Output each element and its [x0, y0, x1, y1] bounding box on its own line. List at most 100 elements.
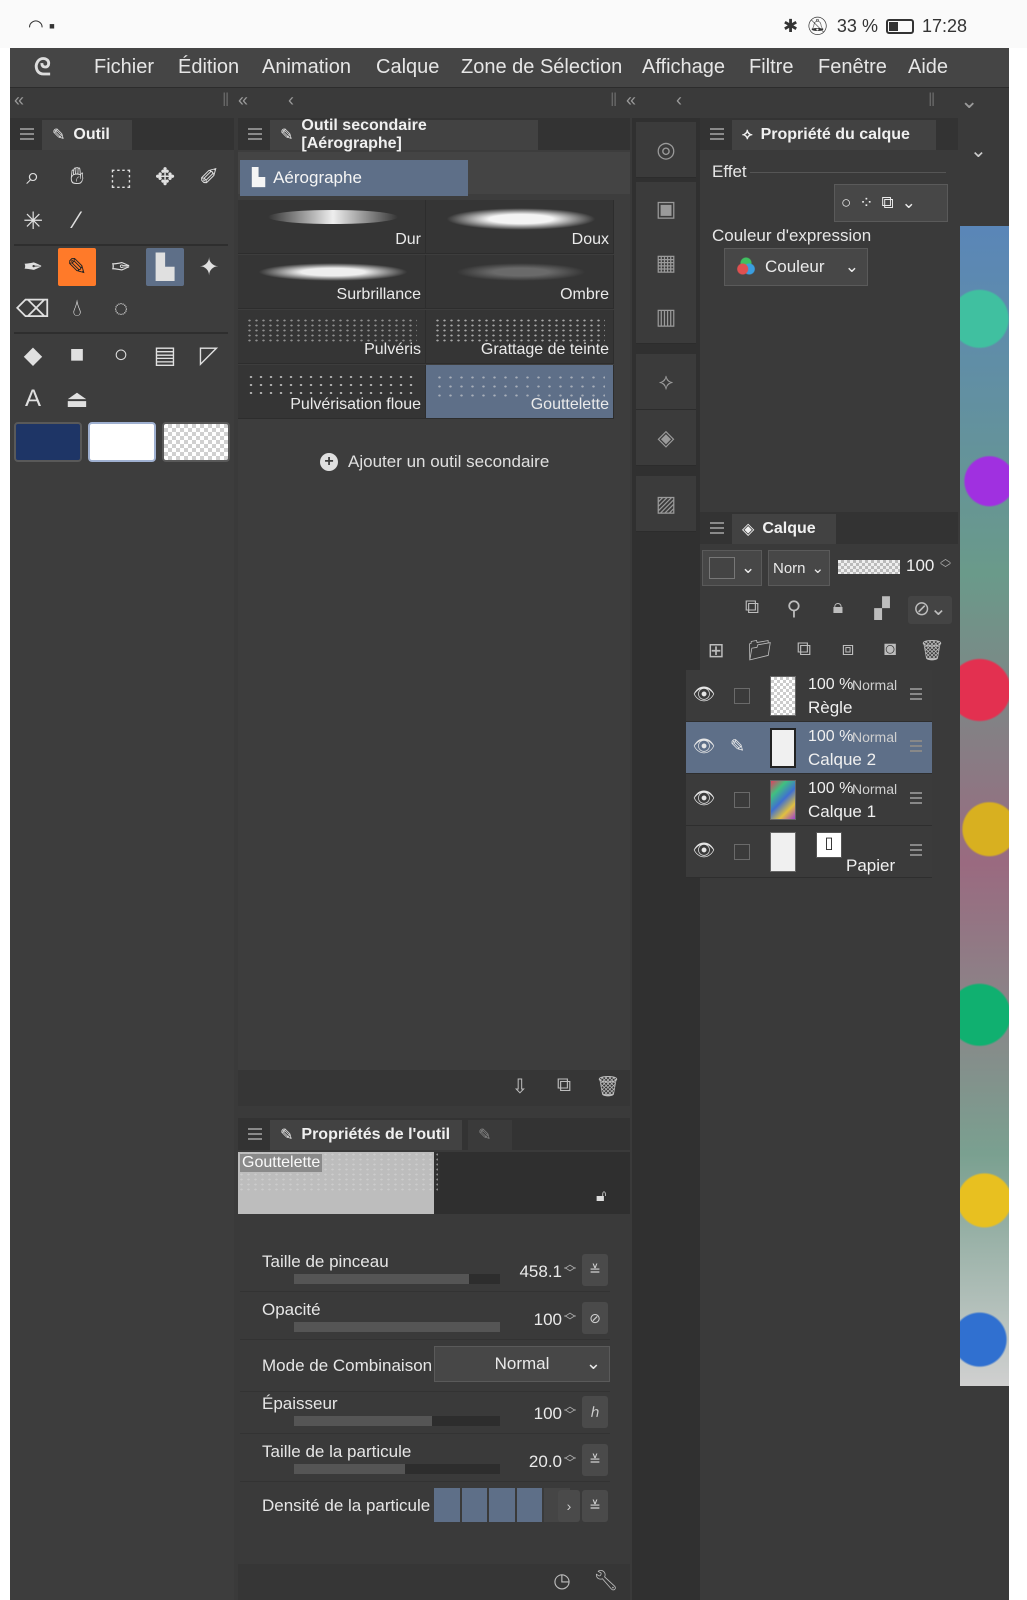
- gradient-tool-icon[interactable]: ■: [58, 336, 96, 374]
- prop-value[interactable]: 100: [534, 1404, 562, 1424]
- tab-layer-property[interactable]: ⟡ Propriété du calque: [732, 120, 936, 150]
- menu-fenetre[interactable]: Fenêtre: [818, 56, 887, 79]
- new-raster-layer-icon[interactable]: ⊞: [702, 638, 730, 666]
- chevron-down-icon[interactable]: ⌄: [970, 138, 987, 163]
- menu-affichage[interactable]: Affichage: [642, 56, 725, 79]
- subtool-group-airbrush[interactable]: ▙ Aérographe: [240, 160, 468, 196]
- brush-surbrillance[interactable]: Surbrillance: [238, 255, 426, 309]
- layer-row[interactable]: 👁︎ 100 % Normal Règle: [686, 670, 932, 722]
- menu-edition[interactable]: Édition: [178, 56, 239, 79]
- layers-icon[interactable]: ◈: [636, 410, 696, 466]
- navigator-icon[interactable]: ◎: [636, 122, 696, 178]
- menu-fichier[interactable]: Fichier: [94, 56, 154, 79]
- auto-select-icon[interactable]: ✳: [14, 202, 52, 240]
- prop-brush-size[interactable]: Taille de pinceau 458.1 ︿ ﹀ ≚: [240, 1248, 610, 1292]
- lock-layer-icon[interactable]: 🔒︎: [824, 596, 852, 624]
- brush-doux[interactable]: Doux: [426, 200, 614, 254]
- layer-checkbox[interactable]: [734, 688, 750, 704]
- layer-row[interactable]: 👁︎ ▯ Papier: [686, 826, 932, 878]
- prop-value[interactable]: 100: [534, 1310, 562, 1330]
- layer-menu-icon[interactable]: [910, 740, 922, 752]
- brush-tool-icon[interactable]: ✑: [102, 248, 140, 286]
- prop-slider[interactable]: [294, 1416, 500, 1426]
- layer-property-icon[interactable]: ⟡: [636, 354, 696, 410]
- chevron-down-icon[interactable]: ⌄: [960, 88, 978, 114]
- density-slider[interactable]: [434, 1488, 570, 1522]
- brush-ombre[interactable]: Ombre: [426, 255, 614, 309]
- density-block[interactable]: [434, 1488, 460, 1522]
- eye-icon[interactable]: 👁︎: [692, 684, 716, 706]
- move-tool-icon[interactable]: ✥: [146, 158, 184, 196]
- airbrush-tool-icon[interactable]: ▙: [146, 248, 184, 286]
- object-tool-icon[interactable]: ⬚: [102, 158, 140, 196]
- blend-mode-dropdown[interactable]: Normal ⌄: [434, 1346, 610, 1382]
- chevron-left-icon[interactable]: ‹: [676, 90, 682, 111]
- selection-pen-icon[interactable]: ✐: [190, 158, 228, 196]
- prop-opacity[interactable]: Opacité 100 ︿ ﹀ ⊘: [240, 1296, 610, 1340]
- brush-dur[interactable]: Dur: [238, 200, 426, 254]
- transfer-down-icon[interactable]: ⧉: [790, 638, 818, 666]
- mask-toggle-icon[interactable]: ⊘⌄: [908, 596, 952, 624]
- panel-menu-icon[interactable]: [710, 128, 724, 140]
- figure-tool-icon[interactable]: ○: [102, 336, 140, 374]
- prop-value[interactable]: 458.1: [519, 1262, 562, 1282]
- prop-slider[interactable]: [294, 1322, 500, 1332]
- lock-transparency-icon[interactable]: ▞: [868, 596, 896, 624]
- trash-icon[interactable]: 🗑︎: [594, 1074, 622, 1102]
- menu-zone-selection[interactable]: Zone de Sélection: [461, 56, 622, 79]
- layer-color-dropdown[interactable]: ⌄: [702, 550, 762, 586]
- transparent-color-swatch[interactable]: [162, 422, 230, 462]
- prop-blend-mode[interactable]: Mode de Combinaison Normal ⌄: [240, 1342, 610, 1392]
- add-subtool-button[interactable]: + Ajouter un outil secondaire: [320, 452, 549, 472]
- spin-arrows-icon[interactable]: ︿ ﹀: [564, 1258, 576, 1279]
- layer-checkbox[interactable]: [734, 844, 750, 860]
- eye-icon[interactable]: 👁︎: [692, 736, 716, 758]
- layer-checkbox[interactable]: [734, 792, 750, 808]
- clip-studio-logo-icon[interactable]: ᘓ: [34, 54, 64, 82]
- layer-blend-dropdown[interactable]: Norn ⌄: [768, 550, 830, 586]
- tab-brush-size[interactable]: ✎: [468, 1120, 512, 1150]
- tab-outil[interactable]: ✎ Outil: [42, 120, 132, 150]
- panel-menu-icon[interactable]: [20, 128, 34, 140]
- panel-menu-icon[interactable]: [248, 1128, 262, 1140]
- prop-slider[interactable]: [294, 1464, 500, 1474]
- lock-icon[interactable]: 🔓︎: [596, 1188, 606, 1206]
- chevron-right-icon[interactable]: ›: [558, 1490, 580, 1522]
- brush-grattage-teinte[interactable]: Grattage de teinte: [426, 310, 614, 364]
- brush-pulverisation-floue[interactable]: Pulvérisation floue: [238, 365, 426, 419]
- ruler-tool-icon[interactable]: ◸: [190, 336, 228, 374]
- layer-row[interactable]: 👁︎ ✎ 100 % Normal Calque 2: [686, 722, 932, 774]
- frame-tool-icon[interactable]: ▤: [146, 336, 184, 374]
- prop-particle-density[interactable]: Densité de la particule › ≚: [240, 1484, 610, 1528]
- collapse-left-icon[interactable]: «: [626, 90, 636, 111]
- pressure-toggle-icon[interactable]: ≚: [582, 1444, 608, 1476]
- canvas-artwork[interactable]: [960, 226, 1009, 1386]
- create-mask-icon[interactable]: ◙: [876, 638, 904, 666]
- fill-tool-icon[interactable]: ◆: [14, 336, 52, 374]
- spin-arrows-icon[interactable]: ︿ ﹀: [564, 1448, 576, 1469]
- prop-thickness[interactable]: Épaisseur 100 ︿ ﹀ ℎ: [240, 1390, 610, 1434]
- collapse-left-icon[interactable]: «: [14, 90, 24, 111]
- hand-tool-icon[interactable]: ✋︎: [58, 158, 96, 196]
- subview-icon[interactable]: ▣: [636, 182, 696, 236]
- brush-pulveris[interactable]: Pulvéris: [238, 310, 426, 364]
- lasso-tool-icon[interactable]: ◌: [102, 290, 140, 328]
- sub-color-swatch[interactable]: [88, 422, 156, 462]
- main-color-swatch[interactable]: [14, 422, 82, 462]
- tab-calque[interactable]: ◈ Calque: [732, 514, 836, 544]
- menu-aide[interactable]: Aide: [908, 56, 948, 79]
- spin-arrows-icon[interactable]: ︿ ﹀: [940, 554, 951, 575]
- color-set-icon[interactable]: ▦: [636, 236, 696, 290]
- prop-particle-size[interactable]: Taille de la particule 20.0 ︿ ﹀ ≚: [240, 1438, 610, 1482]
- eraser-tool-icon[interactable]: ⌫: [14, 290, 52, 328]
- pressure-toggle-icon[interactable]: ≚: [582, 1254, 608, 1286]
- reference-layer-icon[interactable]: ⚲: [780, 596, 808, 624]
- layer-menu-icon[interactable]: [910, 792, 922, 804]
- correct-line-tool-icon[interactable]: ⏏: [58, 380, 96, 418]
- pencil-tool-icon[interactable]: ✎: [58, 248, 96, 286]
- density-block[interactable]: [516, 1488, 543, 1522]
- density-block[interactable]: [461, 1488, 488, 1522]
- clock-icon[interactable]: ◷: [548, 1568, 576, 1596]
- effect-dropdown[interactable]: ○ ⁘ ⧉ ⌄: [834, 184, 948, 222]
- pen-tool-icon[interactable]: ✒: [14, 248, 52, 286]
